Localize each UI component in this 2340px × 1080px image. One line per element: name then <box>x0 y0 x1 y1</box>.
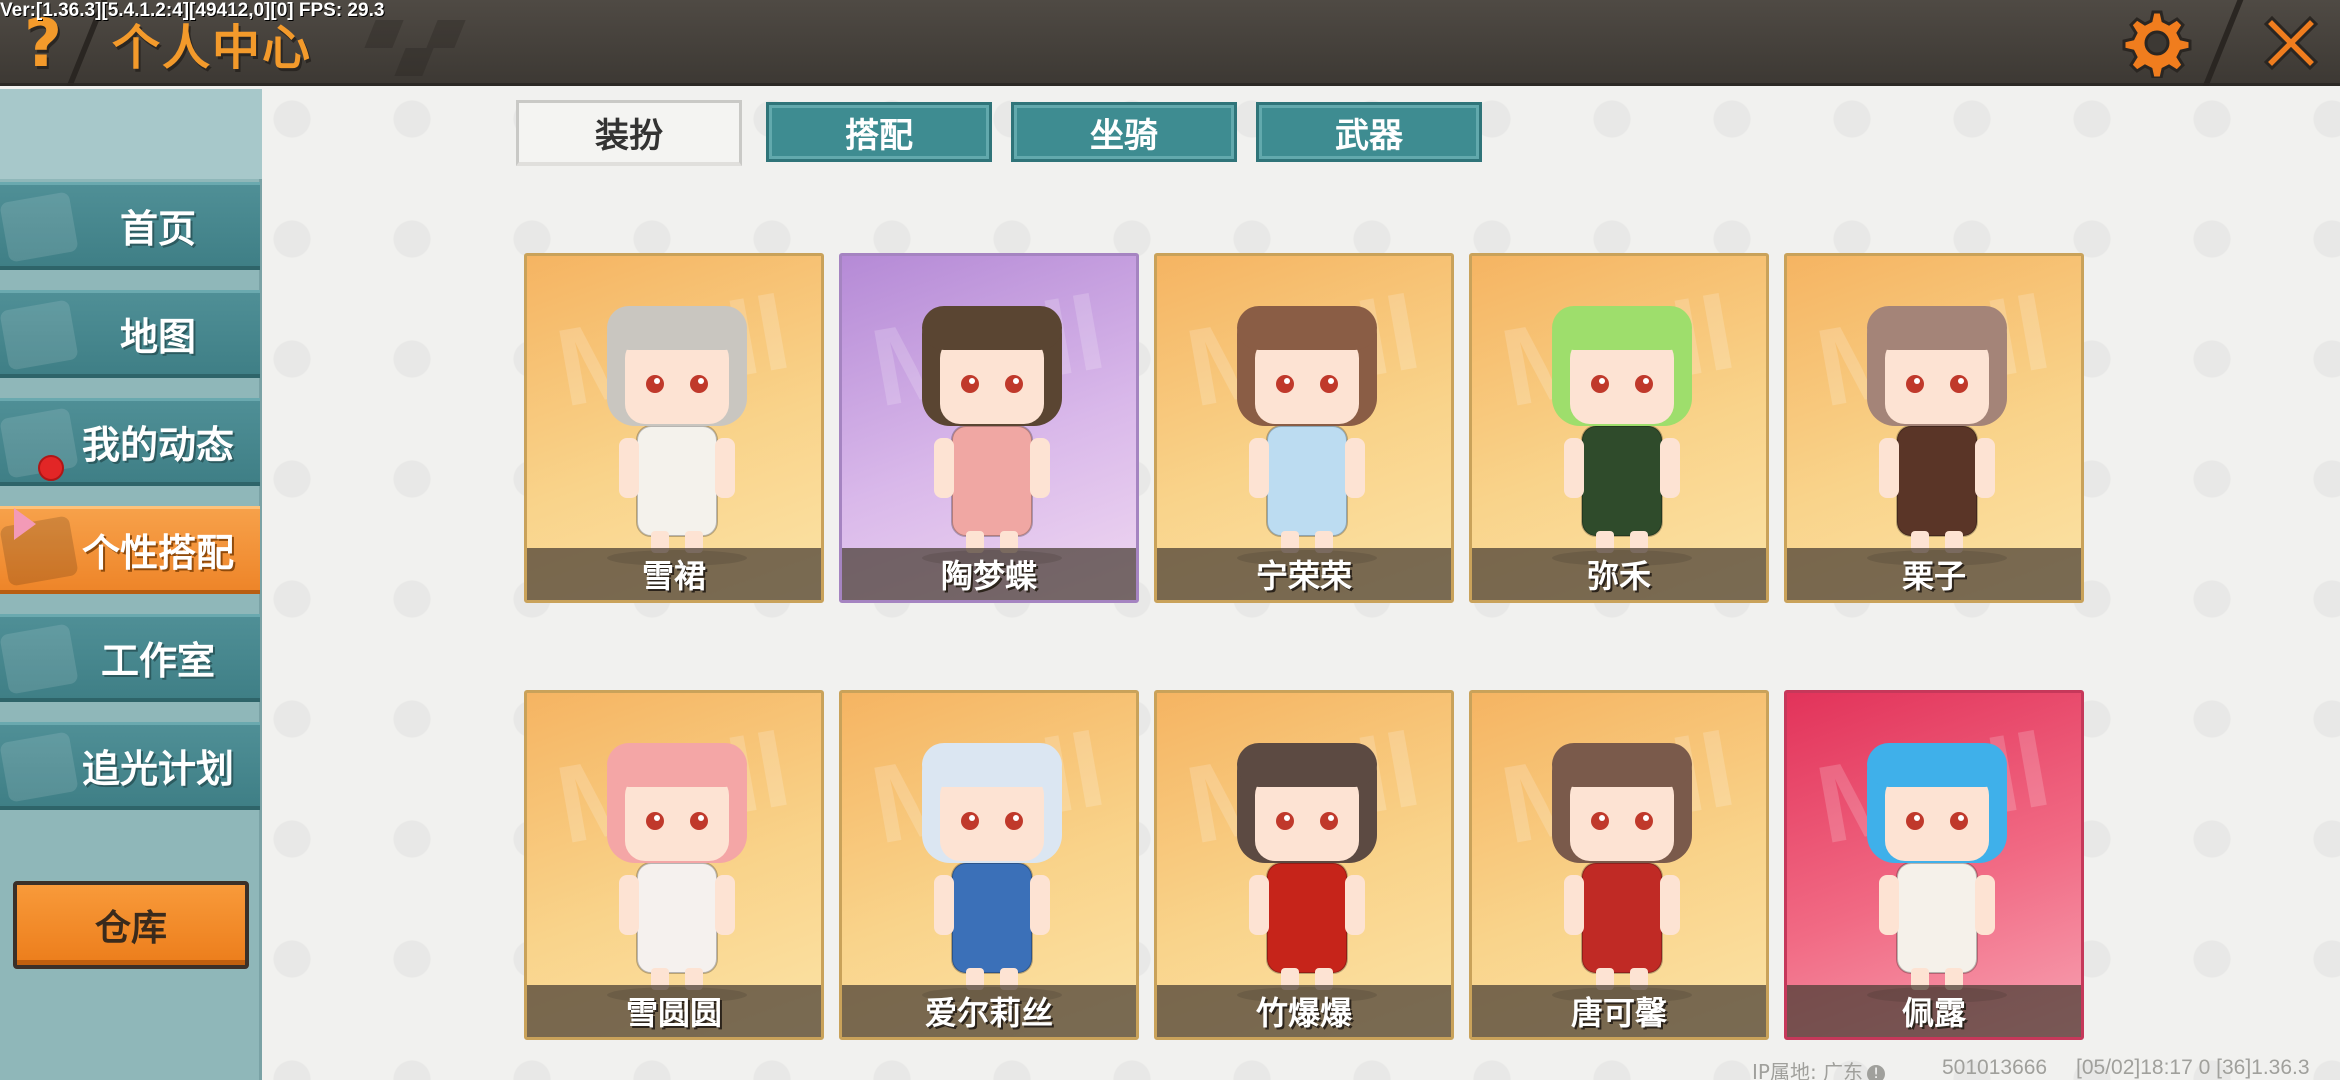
sidebar-item-map[interactable]: 地图 <box>0 290 260 378</box>
character-figure <box>1237 743 1377 1003</box>
skin-name: 栗子 <box>1787 548 2081 600</box>
character-figure <box>607 743 747 1003</box>
user-id: 501013666 <box>1942 1056 2048 1079</box>
settings-button[interactable] <box>2122 8 2192 80</box>
skin-card[interactable]: MINI爱尔莉丝 <box>839 690 1139 1040</box>
tab-weapon[interactable]: 武器 <box>1256 102 1482 162</box>
notification-dot <box>38 455 64 481</box>
skin-name: 佩露 <box>1787 985 2081 1037</box>
map-icon <box>0 299 79 371</box>
skin-card[interactable]: MINI唐可馨 <box>1469 690 1769 1040</box>
tab-match[interactable]: 搭配 <box>766 102 992 162</box>
skin-name: 雪裙 <box>527 548 821 600</box>
home-icon <box>0 191 79 263</box>
sidebar-item-home[interactable]: 首页 <box>0 182 260 270</box>
studio-icon <box>0 623 79 695</box>
sidebar-item-label: 地图 <box>119 315 196 359</box>
sidebar-item-light-plan[interactable]: 追光计划 <box>0 722 260 810</box>
info-icon[interactable]: ! <box>1867 1064 1886 1080</box>
sidebar-item-label: 追光计划 <box>81 747 234 791</box>
skin-name: 弥禾 <box>1472 548 1766 600</box>
skin-card[interactable]: MINI弥禾 <box>1469 253 1769 603</box>
plan-icon <box>0 731 79 803</box>
build-info: [05/02]18:17 0 [36]1.36.3 <box>2076 1056 2310 1079</box>
character-figure <box>922 743 1062 1003</box>
character-figure <box>607 306 747 566</box>
sidebar-top-strip <box>0 89 262 179</box>
sidebar-item-label: 我的动态 <box>81 423 234 467</box>
sidebar-item-studio[interactable]: 工作室 <box>0 614 260 702</box>
close-button[interactable] <box>2256 8 2326 78</box>
active-indicator-arrow <box>14 508 36 540</box>
character-figure <box>1552 743 1692 1003</box>
character-figure <box>1867 306 2007 566</box>
close-icon <box>2263 15 2319 71</box>
skin-card[interactable]: MINI竹爆爆 <box>1154 690 1454 1040</box>
skin-card[interactable]: MINI栗子 <box>1784 253 2084 603</box>
skin-card[interactable]: MINI佩露 <box>1784 690 2084 1040</box>
character-figure <box>1867 743 2007 1003</box>
ip-location: IP属地: 广东! <box>1752 1056 1886 1080</box>
sidebar-item-outfit[interactable]: 个性搭配 <box>0 506 260 594</box>
skin-name: 雪圆圆 <box>527 985 821 1037</box>
skin-card[interactable]: MINI宁荣荣 <box>1154 253 1454 603</box>
skin-name: 陶梦蝶 <box>842 548 1136 600</box>
tab-mount[interactable]: 坐骑 <box>1011 102 1237 162</box>
debug-overlay: Ver:[1.36.3][5.4.1.2:4][49412,0][0] FPS:… <box>0 0 385 21</box>
ip-location-text: IP属地: 广东 <box>1752 1060 1864 1080</box>
warehouse-button[interactable]: 仓库 <box>13 881 249 969</box>
outfit-icon <box>0 515 79 587</box>
header-divider-right <box>2202 0 2244 86</box>
skin-name: 宁荣荣 <box>1157 548 1451 600</box>
character-figure <box>1237 306 1377 566</box>
sidebar-item-label: 工作室 <box>100 639 215 683</box>
sidebar-item-label: 首页 <box>119 207 196 251</box>
tab-dress-up[interactable]: 装扮 <box>516 100 742 166</box>
character-figure <box>1552 306 1692 566</box>
skin-card[interactable]: MINI陶梦蝶 <box>839 253 1139 603</box>
skin-name: 爱尔莉丝 <box>842 985 1136 1037</box>
sidebar-item-label: 个性搭配 <box>81 531 234 575</box>
skin-name: 唐可馨 <box>1472 985 1766 1037</box>
skin-card[interactable]: MINI雪裙 <box>524 253 824 603</box>
gear-icon <box>2122 10 2192 80</box>
skin-card[interactable]: MINI雪圆圆 <box>524 690 824 1040</box>
skin-name: 竹爆爆 <box>1157 985 1451 1037</box>
character-figure <box>922 306 1062 566</box>
